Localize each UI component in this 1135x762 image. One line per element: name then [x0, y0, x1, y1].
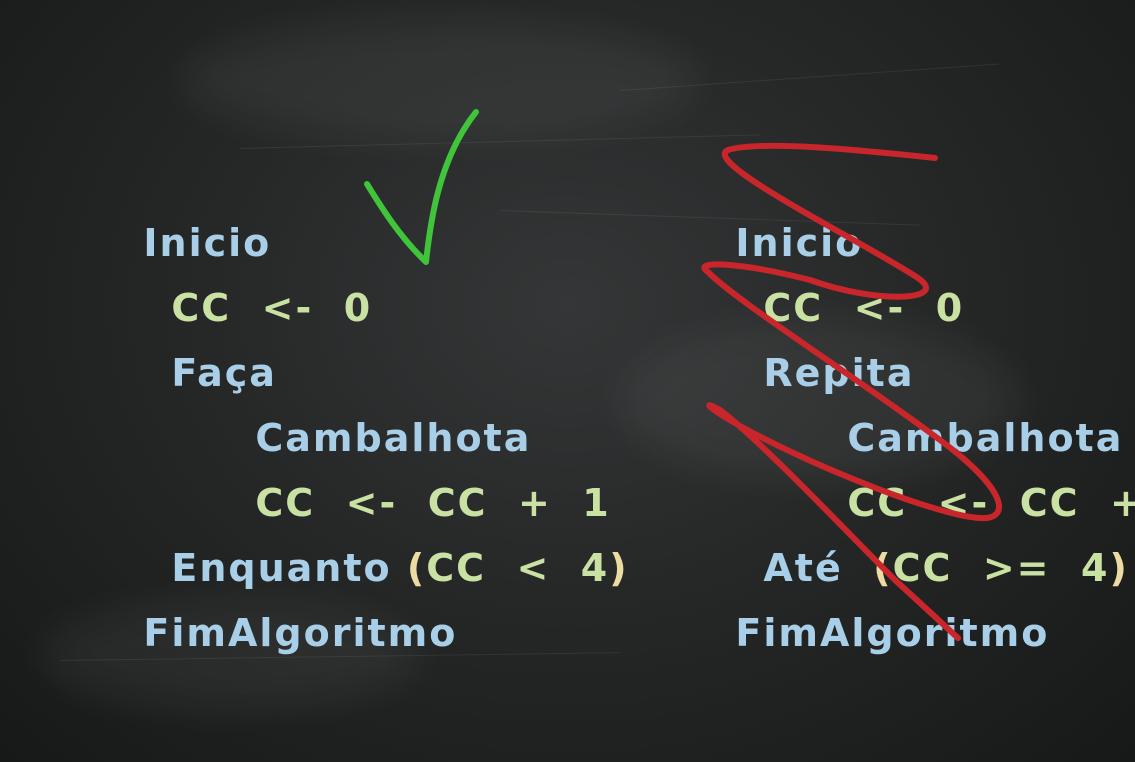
red-scribble-icon — [701, 142, 1003, 642]
green-checkmark-icon — [364, 109, 479, 265]
annotation-layer — [364, 109, 1003, 642]
chalkboard: Inicio CC <- 0 Faça Cambalhota CC <- CC … — [0, 0, 1135, 762]
